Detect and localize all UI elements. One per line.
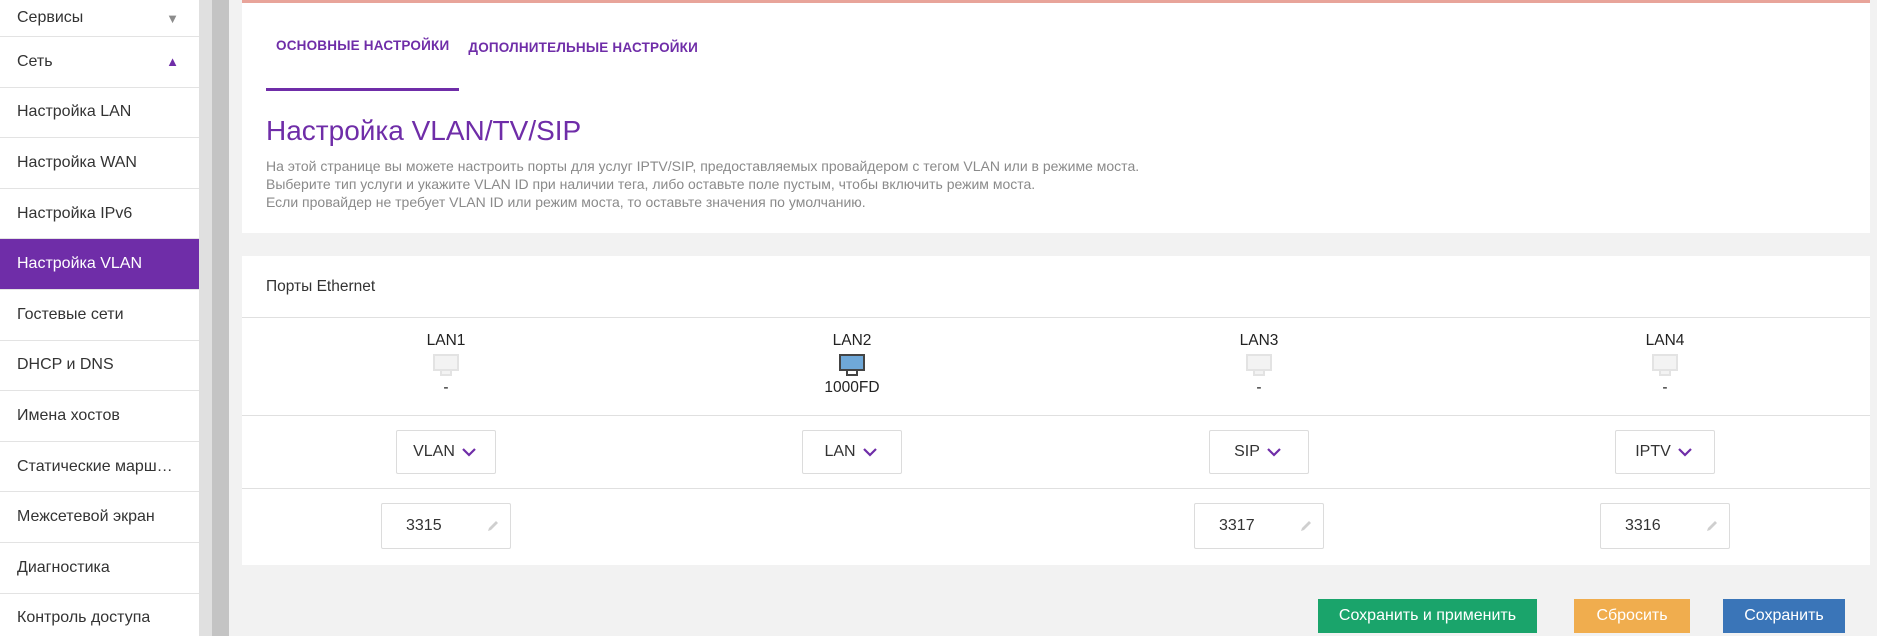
description-line: Если провайдер не требует VLAN ID или ре… [266,194,866,210]
chevron-down-icon: ▼ [166,10,179,26]
sidebar-item-access-control[interactable]: Контроль доступа [0,594,199,636]
sidebar-item-label: Контроль доступа [17,609,151,627]
sidebar-item-static-routes[interactable]: Статические маршрутизация [0,442,199,493]
pencil-icon [1707,521,1717,531]
ethernet-port-inactive-icon [431,352,461,378]
sidebar: Сервисы ▼ Сеть ▲ Настройка LAN Настройка… [0,0,199,636]
select-value: VLAN [413,443,455,460]
settings-card: ОСНОВНЫЕ НАСТРОЙКИ ДОПОЛНИТЕЛЬНЫЕ НАСТРО… [242,3,1870,233]
port-lan4: LAN4 - [1585,318,1745,397]
port-speed: - [443,379,449,396]
input-value: 3316 [1625,517,1661,534]
port-type-select-lan1[interactable]: VLAN [396,430,496,474]
sidebar-item-wan[interactable]: Настройка WAN [0,138,199,189]
port-name: LAN2 [832,332,872,349]
sidebar-item-label: Настройка IPv6 [17,204,133,222]
sidebar-item-label: Гостевые сети [17,305,124,323]
select-value: SIP [1234,443,1260,460]
page-description: На этой странице вы можете настроить пор… [266,157,1139,211]
pencil-icon [1301,521,1311,531]
ports-card-title: Порты Ethernet [242,256,1870,318]
input-value: 3315 [406,517,442,534]
sidebar-item-label: Сеть [17,52,53,70]
select-value: IPTV [1635,443,1671,460]
ethernet-port-inactive-icon [1650,352,1680,378]
chevron-up-icon: ▲ [166,54,179,70]
sidebar-item-label: DHCP и DNS [17,356,114,374]
chevron-down-icon [862,448,877,457]
port-type-select-lan4[interactable]: IPTV [1615,430,1715,474]
sidebar-item-label: Межсетевой экран [17,508,155,526]
description-line: Выберите тип услуги и укажите VLAN ID пр… [266,176,1036,192]
tab-bar: ОСНОВНЫЕ НАСТРОЙКИ ДОПОЛНИТЕЛЬНЫЕ НАСТРО… [266,3,708,91]
sidebar-item-lan[interactable]: Настройка LAN [0,88,199,139]
sidebar-item-ipv6[interactable]: Настройка IPv6 [0,189,199,240]
sidebar-item-label: Сервисы [17,9,84,26]
vlan-id-input-lan1[interactable]: 3315 [381,503,511,549]
sidebar-item-diagnostics[interactable]: Диагностика [0,543,199,594]
chevron-down-icon [1678,448,1692,457]
sidebar-item-label: Статические маршрутизация [17,457,179,475]
save-and-apply-button[interactable]: Сохранить и применить [1318,599,1537,633]
description-line: На этой странице вы можете настроить пор… [266,158,1140,174]
reset-button[interactable]: Сбросить [1574,599,1690,633]
sidebar-item-services[interactable]: Сервисы ▼ [0,0,199,37]
sidebar-item-firewall[interactable]: Межсетевой экран [0,492,199,543]
select-value: LAN [824,443,856,460]
sidebar-item-hostnames[interactable]: Имена хостов [0,391,199,442]
sidebar-scrollbar-thumb[interactable] [212,0,229,636]
vlan-id-row: 3315 3317 3316 [242,489,1870,565]
sidebar-item-label: Диагностика [17,558,110,576]
port-lan1: LAN1 - [366,318,526,397]
port-type-row: VLAN LAN SIP IPTV [242,416,1870,489]
port-type-select-lan2[interactable]: LAN [802,430,902,474]
input-value: 3317 [1219,517,1255,534]
port-speed: 1000FD [824,379,880,396]
port-speed: - [1662,379,1668,396]
sidebar-scrollbar-track[interactable] [199,0,213,636]
port-name: LAN1 [426,332,466,349]
sidebar-item-label: Настройка VLAN [17,255,143,273]
port-status-row: LAN1 - LAN2 1000FD LAN3 - LAN4 - [242,318,1870,416]
port-type-select-lan3[interactable]: SIP [1209,430,1309,474]
ethernet-port-active-icon [837,352,867,378]
chevron-down-icon [1267,448,1281,457]
pencil-icon [488,521,498,531]
port-speed: - [1256,379,1262,396]
sidebar-item-network[interactable]: Сеть ▲ [0,37,199,88]
ethernet-ports-card: Порты Ethernet LAN1 - LAN2 1000FD LAN3 -… [242,256,1870,565]
port-name: LAN4 [1645,332,1685,349]
sidebar-item-vlan[interactable]: Настройка VLAN [0,239,199,290]
page-title: Настройка VLAN/TV/SIP [266,115,582,146]
port-lan3: LAN3 - [1179,318,1339,397]
port-name: LAN3 [1239,332,1279,349]
vlan-id-input-lan4[interactable]: 3316 [1600,503,1730,549]
vlan-id-input-lan3[interactable]: 3317 [1194,503,1324,549]
ethernet-port-inactive-icon [1244,352,1274,378]
chevron-down-icon [462,448,476,457]
sidebar-item-guest-networks[interactable]: Гостевые сети [0,290,199,341]
port-lan2: LAN2 1000FD [772,318,932,397]
sidebar-item-label: Настройка LAN [17,103,132,121]
tab-basic-settings[interactable]: ОСНОВНЫЕ НАСТРОЙКИ [266,3,460,91]
sidebar-item-dhcp-dns[interactable]: DHCP и DNS [0,341,199,392]
sidebar-item-label: Настройка WAN [17,153,137,171]
save-button[interactable]: Сохранить [1723,599,1845,633]
tab-advanced-settings[interactable]: ДОПОЛНИТЕЛЬНЫЕ НАСТРОЙКИ [459,3,708,91]
sidebar-item-label: Имена хостов [17,406,120,424]
